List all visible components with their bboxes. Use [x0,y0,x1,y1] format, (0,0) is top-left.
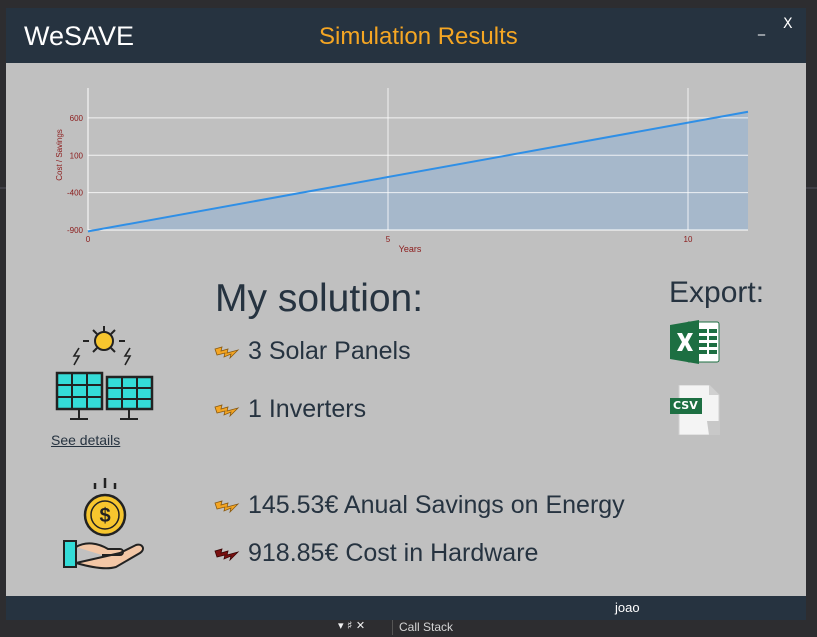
chart-x-tick-label: 5 [386,235,391,244]
status-bar: joao [6,596,806,620]
savings-money-icon: $ [62,475,146,571]
csv-export-button[interactable]: CSV [669,384,721,436]
close-button[interactable]: X [783,16,793,32]
export-label: Export: [669,276,765,309]
ide-tool-buttons[interactable]: ▾ ♯ ✕ [338,619,365,632]
chart-x-tick-label: 0 [86,235,91,244]
simulation-results-window: WeSAVE Simulation Results _ X -900 -400 10… [6,8,806,620]
lightning-bolt-icon [214,345,240,359]
app-name: WeSAVE [24,21,135,51]
csv-icon-text: CSV [673,399,698,412]
chart-y-tick-label: 600 [70,114,84,123]
solar-panels-item: 3 Solar Panels [214,337,411,366]
chart-y-axis-label: Cost / Savings [55,129,64,181]
title-bar: WeSAVE Simulation Results _ X [6,8,806,63]
solution-title: My solution: [215,277,424,320]
lightning-bolt-icon [214,499,240,513]
savings-text: 145.53€ Anual Savings on Energy [248,491,625,519]
cost-text: 918.85€ Cost in Hardware [248,539,539,567]
minimize-button[interactable]: _ [758,20,765,36]
inverters-text: 1 Inverters [248,395,367,423]
user-name: joao [615,600,640,615]
svg-text:$: $ [99,505,110,527]
ide-divider-right [806,187,817,189]
chart-x-tick-label: 10 [684,235,693,244]
ide-separator [392,620,393,635]
excel-icon [670,320,720,364]
cost-item: 918.85€ Cost in Hardware [214,539,538,568]
inverters-item: 1 Inverters [214,395,366,424]
chart-y-tick-label: 100 [70,151,84,160]
lightning-bolt-icon [214,403,240,417]
solar-panels-text: 3 Solar Panels [248,337,411,365]
chart-y-tick-label: -400 [67,189,84,198]
lightning-bolt-dark-icon [214,547,240,561]
chart-y-tick-label: -900 [67,226,84,235]
window-title: Simulation Results [319,23,518,50]
chart-x-axis-label: Years [399,244,422,254]
ide-callstack-tab[interactable]: Call Stack [399,620,453,634]
see-details-link[interactable]: See details [51,432,120,448]
savings-item: 145.53€ Anual Savings on Energy [214,491,625,520]
solar-panels-icon [52,323,156,423]
excel-export-button[interactable] [669,319,721,365]
cost-savings-chart: -900 -400 100 600 0 5 10 Years Cost / Savings [46,80,756,260]
chart-svg: -900 -400 100 600 0 5 10 Years Cost / Savings [55,88,749,254]
